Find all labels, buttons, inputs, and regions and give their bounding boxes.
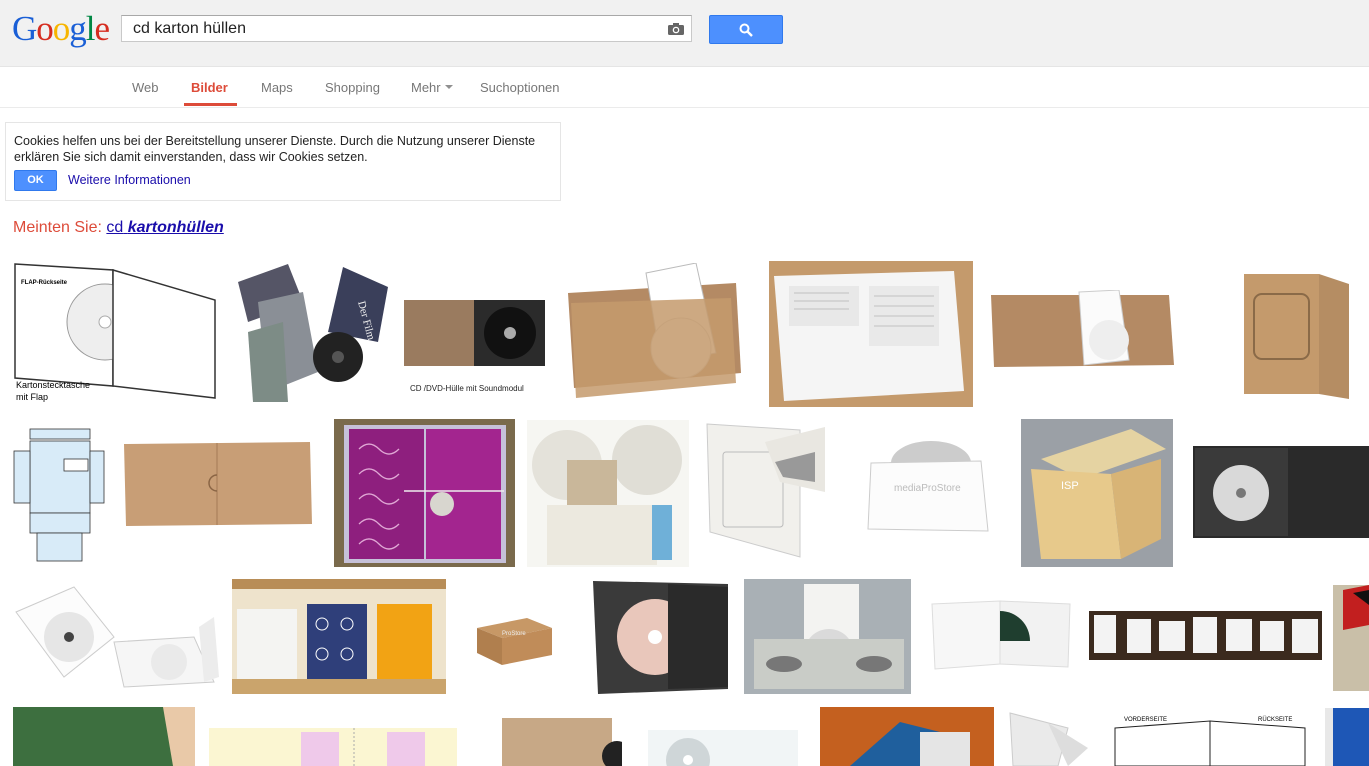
did-you-mean: Meinten Sie: cd kartonhüllen xyxy=(13,219,224,237)
image-result[interactable] xyxy=(744,579,911,694)
tab-bilder[interactable]: Bilder xyxy=(191,80,228,95)
magnifier-icon xyxy=(739,23,753,37)
image-result[interactable] xyxy=(1325,708,1369,766)
cookie-ok-button[interactable]: OK xyxy=(14,170,57,191)
tab-suchoptionen[interactable]: Suchoptionen xyxy=(480,80,560,95)
image-result[interactable] xyxy=(705,422,828,564)
did-you-mean-plain: cd xyxy=(106,219,124,236)
search-input[interactable] xyxy=(133,16,663,41)
top-bar: Google xyxy=(0,0,1369,67)
thumb-text: mit Flap xyxy=(16,392,48,402)
image-result[interactable] xyxy=(232,579,446,694)
cookie-notice: Cookies helfen uns bei der Bereitstellun… xyxy=(5,122,561,201)
search-nav: Web Bilder Maps Shopping Mehr Suchoption… xyxy=(0,67,1369,108)
google-logo[interactable]: Google xyxy=(12,9,111,49)
tab-mehr[interactable]: Mehr xyxy=(411,80,453,95)
search-button[interactable] xyxy=(709,15,783,44)
tab-shopping[interactable]: Shopping xyxy=(325,80,380,95)
thumb-text: FLAP-Rückseite xyxy=(21,280,68,286)
thumb-text: mediaProStore xyxy=(894,483,961,494)
image-result[interactable]: Der Film xyxy=(228,262,388,404)
image-result[interactable] xyxy=(334,419,515,567)
image-result[interactable] xyxy=(1008,708,1090,766)
image-result[interactable] xyxy=(1239,269,1354,404)
image-result[interactable] xyxy=(769,261,973,407)
image-result[interactable] xyxy=(527,420,689,567)
search-box xyxy=(121,15,692,42)
image-result[interactable] xyxy=(648,730,798,766)
image-result[interactable] xyxy=(122,440,314,526)
image-result[interactable] xyxy=(477,718,622,766)
image-result[interactable]: ISP xyxy=(1021,419,1173,567)
thumb-text: ProStore xyxy=(502,631,526,637)
image-result[interactable]: mediaProStore xyxy=(866,441,990,534)
image-result[interactable] xyxy=(566,263,754,407)
did-you-mean-link[interactable]: cd kartonhüllen xyxy=(106,219,223,236)
image-result[interactable] xyxy=(989,290,1176,370)
image-result[interactable] xyxy=(1089,611,1322,660)
active-tab-indicator xyxy=(184,103,237,106)
image-result[interactable]: CD /DVD-Hülle mit Soundmodul xyxy=(402,298,547,398)
cookie-text: Cookies helfen uns bei der Bereitstellun… xyxy=(14,134,536,164)
logo-letter: e xyxy=(94,9,111,48)
image-result[interactable] xyxy=(1333,585,1369,691)
image-result[interactable] xyxy=(820,707,994,766)
camera-icon[interactable] xyxy=(667,22,685,36)
image-result[interactable] xyxy=(13,707,195,766)
tab-web[interactable]: Web xyxy=(132,80,159,95)
image-result[interactable]: FLAP-Rückseite Kartonstecktasche mit Fla… xyxy=(13,260,218,406)
image-result[interactable] xyxy=(209,728,457,766)
logo-letter: G xyxy=(12,9,37,48)
did-you-mean-prefix: Meinten Sie: xyxy=(13,219,102,236)
tab-maps[interactable]: Maps xyxy=(261,80,293,95)
thumb-text: CD /DVD-Hülle mit Soundmodul xyxy=(410,384,524,393)
image-result[interactable]: ProStore xyxy=(472,603,557,668)
image-result[interactable] xyxy=(12,421,106,565)
image-result[interactable] xyxy=(583,579,731,694)
did-you-mean-bold: kartonhüllen xyxy=(127,219,224,236)
image-result[interactable]: VORDERSEITE RÜCKSEITE xyxy=(1110,713,1310,766)
logo-letter: o xyxy=(36,9,53,48)
thumb-text: VORDERSEITE xyxy=(1124,717,1167,723)
image-result[interactable] xyxy=(14,582,219,688)
tab-mehr-label: Mehr xyxy=(411,80,441,95)
image-result[interactable] xyxy=(1193,446,1369,538)
logo-letter: o xyxy=(52,9,70,48)
logo-letter: g xyxy=(69,9,86,48)
logo-letter: l xyxy=(85,9,96,48)
image-result[interactable] xyxy=(930,599,1074,671)
cookie-more-info-link[interactable]: Weitere Informationen xyxy=(68,173,191,187)
thumb-text: Kartonstecktasche xyxy=(16,380,90,390)
thumb-text: RÜCKSEITE xyxy=(1258,716,1292,723)
caret-down-icon xyxy=(444,84,453,89)
thumb-text: ISP xyxy=(1061,480,1079,492)
